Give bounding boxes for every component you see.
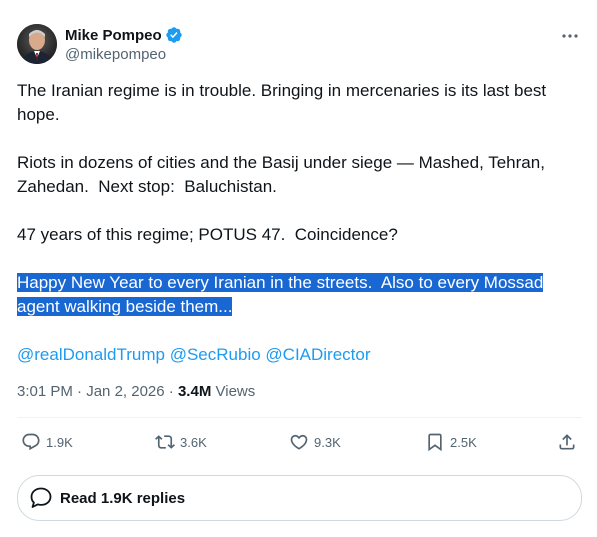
views-count: 3.4M xyxy=(177,383,212,400)
like-button[interactable]: 9.3K xyxy=(289,430,341,454)
selected-text-line: agent walking beside them... xyxy=(17,297,233,316)
mentions-line: @realDonaldTrump @SecRubio @CIADirector xyxy=(17,343,582,367)
share-button[interactable] xyxy=(557,430,577,454)
tweet-header: Mike Pompeo @mikepompeo xyxy=(17,24,582,68)
views-label: Views xyxy=(215,383,256,400)
mention-link[interactable]: @realDonaldTrump xyxy=(17,345,165,364)
speech-bubble-icon xyxy=(30,487,52,508)
action-bar: 1.9K 3.6K 9.3K 2.5K xyxy=(17,430,582,454)
reply-count: 1.9K xyxy=(46,434,73,450)
like-count: 9.3K xyxy=(314,434,341,450)
tweet-meta: 3:01 PM · Jan 2, 2026 · 3.4M Views xyxy=(17,382,255,402)
meta-separator: · xyxy=(77,383,83,400)
tweet-card: Mike Pompeo @mikepompeo The Iranian regi… xyxy=(0,0,597,537)
selected-paragraph: Happy New Year to every Iranian in the s… xyxy=(17,271,582,319)
selected-text-line: Happy New Year to every Iranian in the s… xyxy=(17,273,544,292)
reply-icon xyxy=(22,433,40,451)
bookmark-button[interactable]: 2.5K xyxy=(425,430,477,454)
tweet-text: The Iranian regime is in trouble. Bringi… xyxy=(17,79,582,367)
meta-separator: · xyxy=(168,383,174,400)
repost-icon xyxy=(155,435,175,449)
author-block: Mike Pompeo @mikepompeo xyxy=(65,25,183,63)
verified-badge-icon[interactable] xyxy=(165,26,183,44)
mention-link[interactable]: @CIADirector xyxy=(265,345,370,364)
bookmark-icon xyxy=(428,433,442,452)
read-replies-label: Read 1.9K replies xyxy=(60,489,186,507)
author-handle[interactable]: @mikepompeo xyxy=(65,46,183,63)
avatar-image xyxy=(17,24,57,64)
repost-count: 3.6K xyxy=(180,434,207,450)
more-options-icon[interactable] xyxy=(558,24,582,48)
share-icon xyxy=(559,434,575,450)
tweet-paragraph: 47 years of this regime; POTUS 47. Coinc… xyxy=(17,225,398,244)
like-icon xyxy=(290,434,308,450)
tweet-paragraph: The Iranian regime is in trouble. Bringi… xyxy=(17,81,551,124)
repost-button[interactable]: 3.6K xyxy=(155,430,207,454)
divider xyxy=(17,417,582,418)
avatar[interactable] xyxy=(17,24,57,64)
author-name[interactable]: Mike Pompeo xyxy=(65,27,162,44)
tweet-date[interactable]: Jan 2, 2026 xyxy=(86,383,164,400)
name-row: Mike Pompeo xyxy=(65,25,183,45)
bookmark-count: 2.5K xyxy=(450,434,477,450)
tweet-paragraph: Riots in dozens of cities and the Basij … xyxy=(17,153,550,196)
reply-button[interactable]: 1.9K xyxy=(21,430,73,454)
mention-link[interactable]: @SecRubio xyxy=(170,345,261,364)
tweet-time[interactable]: 3:01 PM xyxy=(17,383,73,400)
read-replies-button[interactable]: Read 1.9K replies xyxy=(17,475,582,521)
